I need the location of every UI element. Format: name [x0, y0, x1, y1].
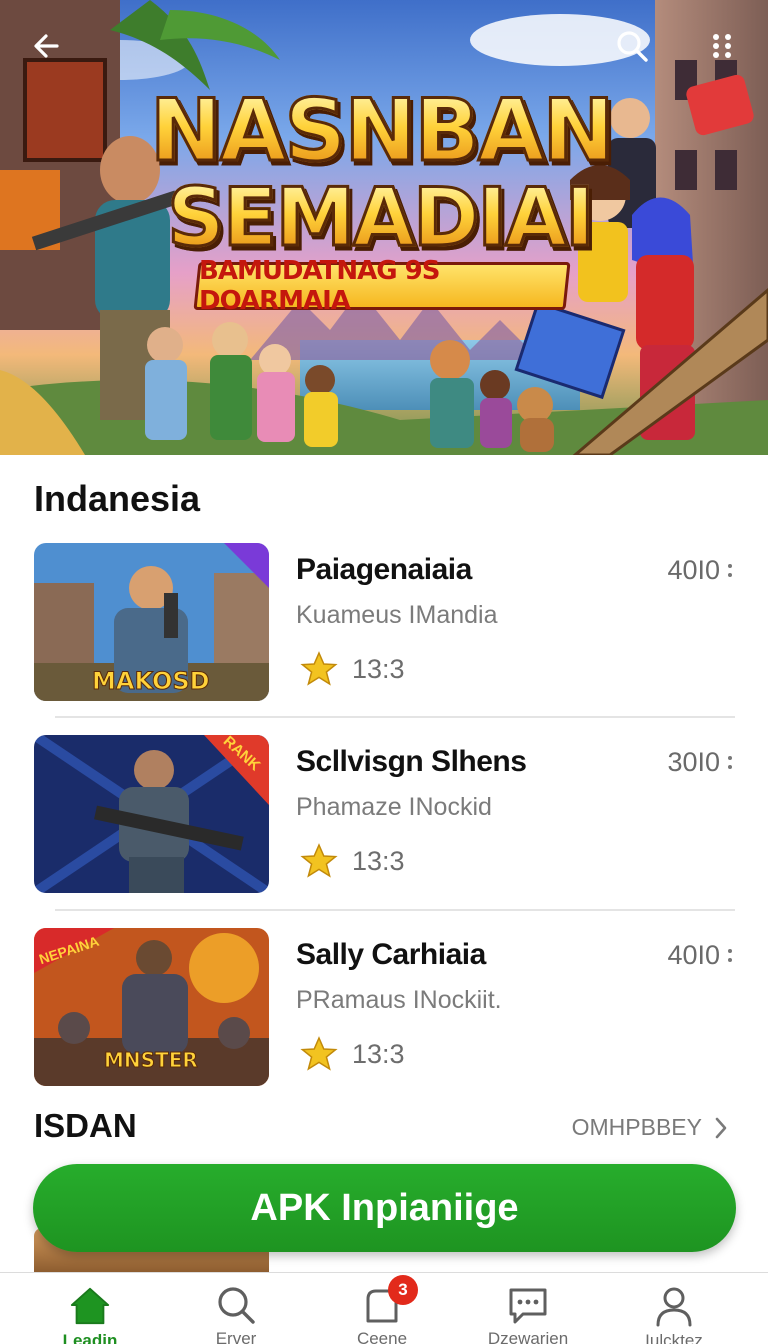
- search-icon: [214, 1285, 258, 1325]
- app-developer: PRamaus INockiit.: [296, 986, 502, 1014]
- nav-item-messages[interactable]: Dzewarien: [453, 1273, 603, 1344]
- more-vert-icon[interactable]: [726, 562, 734, 579]
- more-vert-icon[interactable]: [726, 754, 734, 771]
- star-icon: [300, 843, 338, 878]
- hero-title: NASNBAN SEMADIAI: [149, 81, 617, 260]
- apk-install-button[interactable]: APK Inpianiige: [33, 1164, 736, 1252]
- app-developer: Phamaze INockid: [296, 793, 492, 821]
- back-button[interactable]: [24, 24, 68, 68]
- nav-label: Iulcktez: [645, 1331, 703, 1344]
- hero-banner[interactable]: NASNBAN SEMADIAI BAMUDATNAG 9S DOARMAIA: [0, 0, 768, 455]
- app-size-value: 40I0: [667, 940, 720, 970]
- nav-label: Leadin: [62, 1331, 118, 1344]
- app-name[interactable]: Sally Carhiaia: [296, 938, 486, 972]
- app-thumbnail[interactable]: NEPAINA MNSTER: [34, 928, 269, 1086]
- nav-item-profile[interactable]: Iulcktez: [599, 1273, 749, 1344]
- section-title: Indanesia: [34, 478, 201, 519]
- app-rating: 13:3: [300, 843, 405, 879]
- list-item[interactable]: RANK Scllvisgn Slhens Phamaze INockid 13…: [34, 735, 734, 895]
- more-vert-icon[interactable]: [726, 947, 734, 964]
- home-icon: [68, 1285, 112, 1327]
- list-item[interactable]: NEPAINA MNSTER Sally Carhiaia PRamaus IN…: [34, 928, 734, 1088]
- hero-ribbon-text: BAMUDATNAG 9S DOARMAIA: [199, 256, 440, 316]
- bottom-navigation: Leadin Erver 3 Ceene Dzewarien Iulcktez: [0, 1272, 768, 1344]
- arrow-left-icon: [34, 34, 59, 58]
- search-button[interactable]: [610, 24, 654, 68]
- see-more-link[interactable]: OMHPBBEY: [572, 1114, 728, 1141]
- app-rating: 13:3: [300, 1036, 405, 1072]
- divider: [55, 716, 735, 718]
- see-more-label: OMHPBBEY: [571, 1114, 702, 1140]
- app-size-value: 40I0: [667, 555, 720, 585]
- divider: [55, 909, 735, 911]
- hero-title-line1: NASNBAN: [149, 81, 617, 181]
- dots-grid-icon: [713, 34, 731, 58]
- nav-label: Dzewarien: [487, 1329, 569, 1344]
- app-rating-value: 13:3: [352, 845, 405, 876]
- list-item[interactable]: MAKOSD Paiagenaiaia Kuameus IMandia 13:3…: [34, 543, 734, 703]
- section2-title: ISDAN: [34, 1107, 137, 1144]
- search-icon: [617, 31, 648, 62]
- app-size: 40I0: [667, 940, 734, 971]
- app-thumbnail[interactable]: RANK: [34, 735, 269, 893]
- app-rating-value: 13:3: [352, 1038, 405, 1069]
- nav-label: Erver: [215, 1329, 257, 1344]
- star-icon: [300, 651, 338, 686]
- star-icon: [300, 1036, 338, 1071]
- app-size: 30I0: [667, 747, 734, 778]
- nav-item-notifications[interactable]: 3 Ceene: [307, 1273, 457, 1344]
- app-thumbnail[interactable]: MAKOSD: [34, 543, 269, 701]
- notification-bag-icon: 3: [360, 1275, 418, 1325]
- app-name[interactable]: Paiagenaiaia: [296, 553, 472, 587]
- profile-icon: [652, 1285, 696, 1327]
- hero-title-line2: SEMADIAI: [150, 176, 610, 259]
- nav-label: Ceene: [356, 1329, 408, 1344]
- app-size: 40I0: [667, 555, 734, 586]
- app-developer: Kuameus IMandia: [296, 601, 498, 629]
- notification-badge: 3: [388, 1275, 418, 1305]
- app-thumbnail-text: MAKOSD: [92, 667, 211, 696]
- app-rating: 13:3: [300, 651, 405, 687]
- app-thumbnail-text: MNSTER: [104, 1048, 199, 1073]
- nav-item-home[interactable]: Leadin: [15, 1273, 165, 1344]
- app-name[interactable]: Scllvisgn Slhens: [296, 745, 527, 779]
- chat-icon: [506, 1285, 550, 1325]
- app-rating-value: 13:3: [352, 653, 405, 684]
- app-root: NASNBAN SEMADIAI BAMUDATNAG 9S DOARMAIA …: [0, 0, 768, 1344]
- nav-item-search[interactable]: Erver: [161, 1273, 311, 1344]
- more-options-button[interactable]: [700, 24, 744, 68]
- hero-ribbon: BAMUDATNAG 9S DOARMAIA: [193, 256, 571, 316]
- app-size-value: 30I0: [667, 747, 720, 777]
- chevron-right-icon: [715, 1117, 727, 1138]
